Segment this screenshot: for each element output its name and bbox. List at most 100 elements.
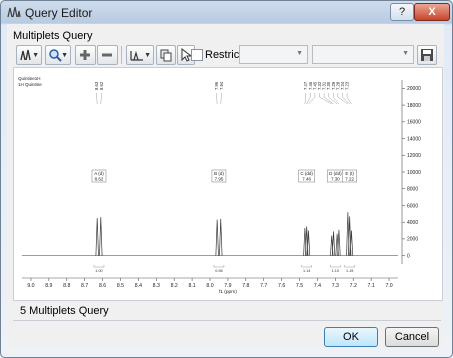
chevron-down-icon: ▼ — [296, 50, 303, 57]
copy-button[interactable] — [156, 45, 176, 65]
x-tick-label: 7.8 — [242, 283, 249, 289]
multiplet-label: A (d) — [94, 171, 104, 176]
x-tick-label: 7.0 — [385, 283, 392, 289]
peak-label: 8.62 — [99, 81, 104, 90]
title-bar[interactable]: Query Editor ? X — [1, 1, 452, 25]
peak-label-leader — [342, 93, 350, 105]
x-tick-label: 8.8 — [63, 283, 70, 289]
x-tick-label: 8.0 — [206, 283, 213, 289]
multiplet-class-dropdown[interactable]: ▼ — [126, 45, 154, 65]
integral-bracket — [301, 265, 312, 268]
x-tick-label: 7.1 — [368, 283, 375, 289]
x-tick-label: 7.6 — [278, 283, 285, 289]
multiplet-shift: 7.22 — [345, 177, 354, 182]
spectrum-peak — [337, 229, 341, 256]
spectrum-peak — [95, 217, 99, 256]
integral-value: 0.98 — [215, 269, 222, 273]
close-button[interactable]: X — [414, 3, 450, 21]
add-button[interactable] — [75, 45, 96, 65]
chevron-down-icon: ▼ — [402, 50, 409, 57]
plus-icon — [80, 50, 90, 60]
spectrum-peak — [331, 231, 336, 256]
spectrum-plot[interactable]: Quintine1H 1H Quintine 9.0 8.9 8.8 8.7 8.6 8.5 8… — [13, 67, 443, 301]
chevron-down-icon: ▼ — [32, 52, 39, 59]
y-tick-label: 8000 — [407, 187, 418, 193]
x-tick-label: 7.4 — [314, 283, 321, 289]
ok-button[interactable]: OK — [324, 327, 378, 347]
y-tick-label: 6000 — [407, 203, 418, 209]
multiplet-shift: 8.62 — [95, 177, 104, 182]
chevron-down-icon: ▼ — [144, 52, 151, 59]
window-title: Query Editor — [25, 6, 93, 20]
integral-value: 1.14 — [303, 269, 310, 273]
x-tick-label: 8.9 — [45, 283, 52, 289]
integral-value: 1.00 — [95, 269, 102, 273]
copy-icon — [160, 49, 172, 62]
multiplet-label: D (dd) — [329, 171, 342, 176]
spectrum-chart: Quintine1H1H Quintine 9.0 8.9 8.8 8.7 8.6 8.5 8… — [18, 76, 421, 295]
restrict-checkbox[interactable] — [191, 49, 203, 61]
multiplet-shift: 7.46 — [302, 177, 311, 182]
x-axis-title: f1 (ppm) — [219, 289, 237, 295]
query-type-icon — [20, 49, 31, 61]
y-tick-label: 20000 — [407, 86, 421, 92]
peak-label-leader — [319, 93, 332, 105]
peak-label-leader — [100, 93, 102, 105]
multiplet-label: B (d) — [214, 171, 224, 176]
multiplet-shift: 7.30 — [331, 177, 340, 182]
help-button[interactable]: ? — [390, 3, 414, 21]
remove-button[interactable] — [97, 45, 118, 65]
restrict-combo-1[interactable]: ▼ — [239, 45, 308, 64]
integral-value: 1.10 — [332, 269, 339, 273]
toolbar: ▼ ▼ ▼ Restrict: ▼ ▼ — [13, 44, 438, 66]
x-tick-label: 7.3 — [332, 283, 339, 289]
divider — [13, 320, 441, 321]
integral-value: 1.15 — [346, 269, 353, 273]
x-tick-label: 8.5 — [117, 283, 124, 289]
save-icon — [421, 49, 433, 61]
peak-label-leader — [216, 93, 218, 105]
peak-label: 7.94 — [219, 81, 224, 90]
integral-bracket — [330, 265, 341, 268]
legend-entry: Quintine1H — [18, 76, 41, 81]
save-query-button[interactable] — [417, 45, 437, 65]
peak-label: 7.23 — [345, 81, 350, 90]
x-tick-label: 9.0 — [27, 283, 34, 289]
x-tick-label: 8.2 — [171, 283, 178, 289]
integral-bracket — [93, 265, 105, 268]
x-tick-label: 7.7 — [260, 283, 267, 289]
peak-label-leader — [337, 93, 348, 105]
spectrum-peak — [215, 219, 219, 256]
legend-entry: 1H Quintine — [18, 82, 42, 87]
search-dropdown[interactable]: ▼ — [45, 45, 71, 65]
multiplet-label: E (t) — [345, 171, 354, 176]
cancel-button[interactable]: Cancel — [385, 327, 439, 347]
x-tick-label: 7.2 — [350, 283, 357, 289]
x-tick-label: 8.6 — [99, 283, 106, 289]
x-tick-label: 7.9 — [224, 283, 231, 289]
restrict-combo-2[interactable]: ▼ — [312, 45, 414, 64]
query-type-dropdown[interactable]: ▼ — [16, 45, 42, 65]
x-tick-label: 8.3 — [153, 283, 160, 289]
x-tick-label: 8.4 — [135, 283, 142, 289]
y-tick-label: 4000 — [407, 220, 418, 226]
minus-icon — [102, 53, 112, 57]
x-tick-label: 8.7 — [81, 283, 88, 289]
y-tick-label: 14000 — [407, 136, 421, 142]
integral-bracket — [213, 265, 225, 268]
spectrum-peak — [99, 217, 103, 256]
y-tick-label: 0 — [407, 253, 410, 259]
y-tick-label: 18000 — [407, 103, 421, 109]
y-tick-label: 10000 — [407, 170, 421, 176]
chevron-down-icon: ▼ — [61, 52, 68, 59]
y-tick-label: 2000 — [407, 237, 418, 243]
y-tick-label: 12000 — [407, 153, 421, 159]
status-text: 5 Multiplets Query — [20, 305, 109, 317]
y-tick-label: 16000 — [407, 120, 421, 126]
group-label: Multiplets Query — [13, 30, 93, 42]
peak-label-leader — [96, 93, 98, 105]
spectrum-peak — [306, 230, 311, 256]
x-tick-label: 8.1 — [188, 283, 195, 289]
multiplet-label: C (dd) — [300, 171, 313, 176]
peak-label-leader — [304, 93, 306, 105]
